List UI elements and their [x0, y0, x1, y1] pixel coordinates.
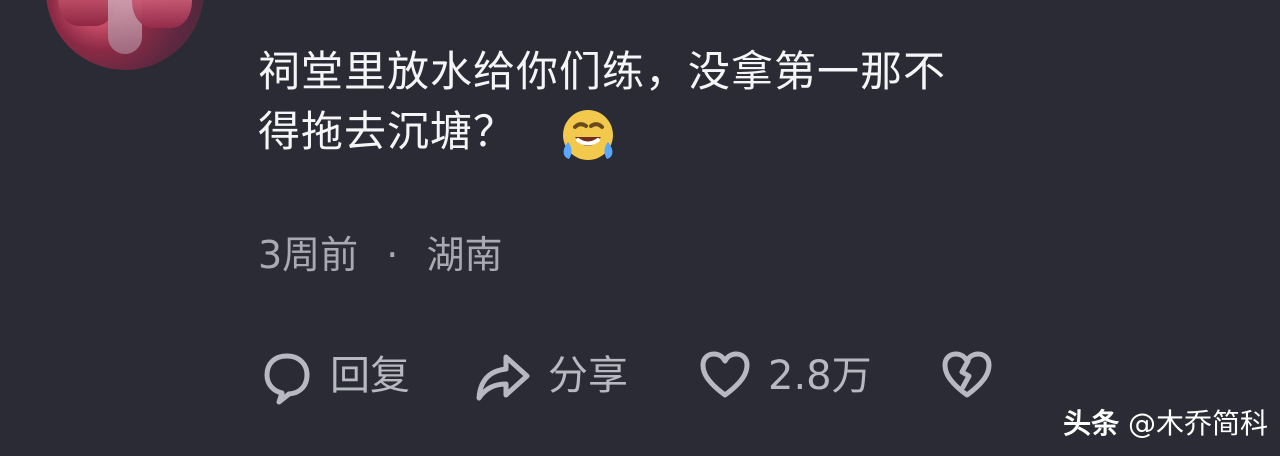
- comment-line-1: 祠堂里放水给你们练，没拿第一那不: [258, 47, 947, 96]
- comment-line-2-text: 得拖去沉塘？: [258, 107, 517, 156]
- watermark: 头条 @木乔简科: [1063, 404, 1268, 444]
- heart-icon: [696, 347, 754, 405]
- watermark-account: @木乔简科: [1127, 407, 1268, 440]
- reply-label: 回复: [330, 353, 410, 399]
- broken-heart-icon: [938, 347, 996, 405]
- comment-line-2: 得拖去沉塘？: [258, 102, 1208, 165]
- share-label: 分享: [548, 353, 628, 399]
- comment-text: 祠堂里放水给你们练，没拿第一那不 得拖去沉塘？: [258, 42, 1208, 165]
- avatar-image: [108, 0, 142, 54]
- avatar[interactable]: [46, 0, 204, 70]
- reply-button[interactable]: 回复: [258, 347, 410, 405]
- meta-separator: ·: [386, 233, 399, 277]
- like-button[interactable]: 2.8万: [696, 349, 872, 403]
- rolling-on-the-floor-laughing-icon: [558, 105, 618, 165]
- share-arrow-icon: [472, 347, 534, 405]
- watermark-brand: 头条: [1063, 407, 1120, 440]
- comment-time: 3周前: [258, 233, 359, 277]
- share-button[interactable]: 分享: [472, 349, 628, 403]
- like-count: 2.8万: [768, 353, 872, 399]
- comment-location: 湖南: [426, 233, 503, 277]
- comment-meta: 3周前 · 湖南: [258, 229, 502, 281]
- dislike-button[interactable]: [938, 349, 996, 403]
- speech-bubble-icon: [258, 347, 316, 405]
